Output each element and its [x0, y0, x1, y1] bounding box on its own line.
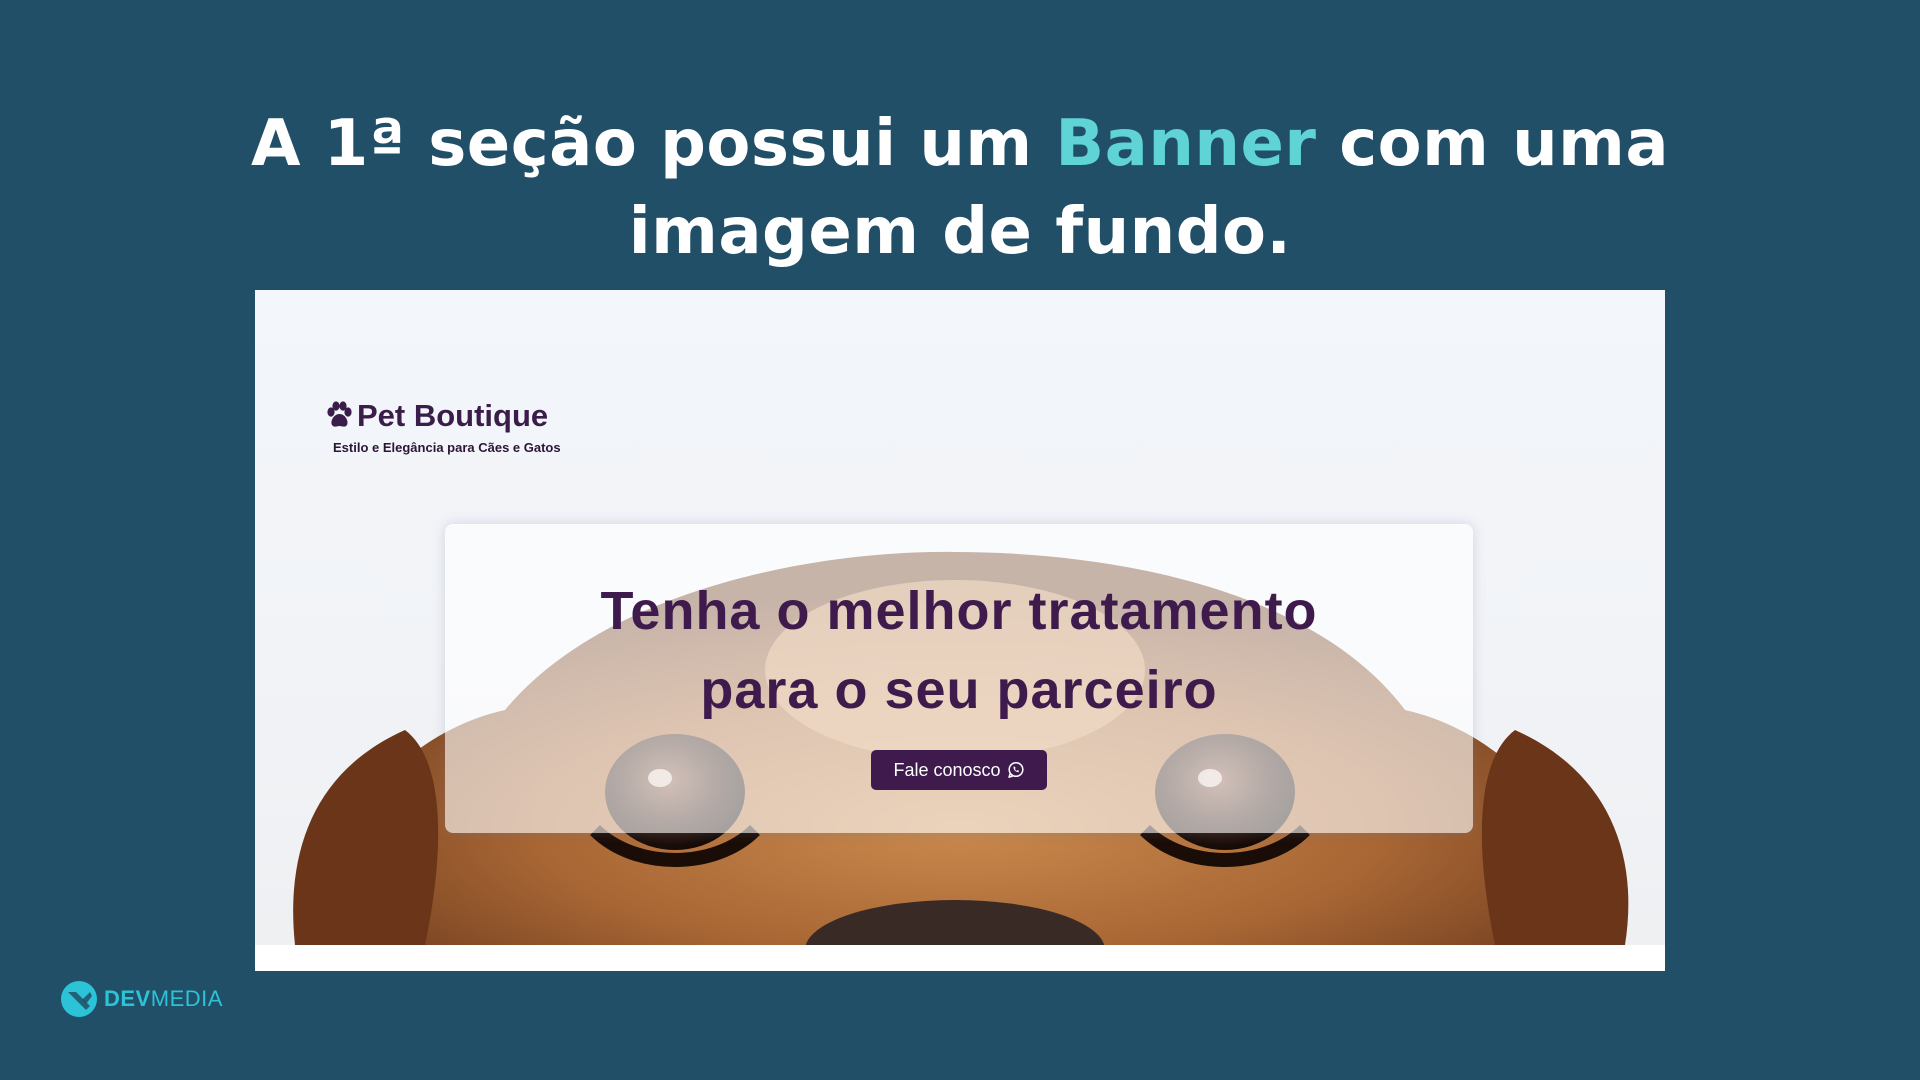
slide-title-part2: com uma [1316, 107, 1670, 181]
website-screenshot: Pet Boutique Estilo e Elegância para Cãe… [255, 290, 1665, 971]
devmedia-wordmark-media: MEDIA [150, 986, 223, 1011]
brand[interactable]: Pet Boutique Estilo e Elegância para Cãe… [325, 398, 561, 455]
brand-row: Pet Boutique [325, 398, 561, 434]
hero-title-line1: Tenha o melhor tratamento [600, 581, 1318, 641]
contact-button[interactable]: Fale conosco [871, 750, 1047, 790]
brand-name: Pet Boutique [357, 398, 549, 433]
devmedia-wordmark-dev: DEV [104, 986, 151, 1011]
slide-title: A 1ª seção possui um Banner com uma imag… [0, 100, 1920, 276]
devmedia-wordmark: DEVMEDIA [104, 986, 223, 1012]
contact-button-label: Fale conosco [893, 759, 1001, 780]
devmedia-logo-icon [61, 981, 97, 1017]
hero-title-line2: para o seu parceiro [700, 660, 1218, 720]
slide-title-line2: imagem de fundo. [628, 195, 1292, 269]
whatsapp-icon [1007, 761, 1024, 778]
devmedia-logo: DEVMEDIA [60, 980, 223, 1018]
slide-title-highlight: Banner [1055, 107, 1317, 181]
hero-title: Tenha o melhor tratamento para o seu par… [445, 572, 1473, 730]
hero-card: Tenha o melhor tratamento para o seu par… [445, 524, 1473, 833]
page-bottom-strip [255, 945, 1665, 971]
slide-title-part1: A 1ª seção possui um [250, 107, 1056, 181]
brand-tagline: Estilo e Elegância para Cães e Gatos [333, 440, 561, 455]
slide-title-line1: A 1ª seção possui um Banner com uma [0, 100, 1920, 188]
paw-icon [327, 401, 352, 427]
